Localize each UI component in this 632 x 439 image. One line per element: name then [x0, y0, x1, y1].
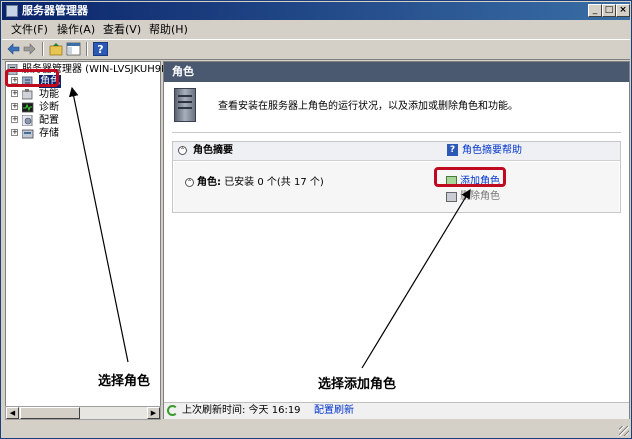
arrow-left-icon	[7, 43, 20, 55]
tree-horizontal-scrollbar[interactable]: ◀ ▶	[5, 406, 161, 420]
maximize-button[interactable]: □	[602, 4, 616, 17]
expand-icon[interactable]: +	[11, 129, 18, 136]
pane-header: 角色	[164, 62, 629, 82]
features-icon	[22, 89, 33, 100]
roles-summary-section: ⌃ 角色摘要 ? 角色摘要帮助 ⌃ 角色: 已安装 0 个(共 17 个) 添加…	[172, 141, 621, 213]
tree-item-storage-label: 存储	[39, 128, 59, 139]
divider	[172, 132, 621, 133]
toolbar-separator	[86, 42, 88, 56]
help-toolbar-button[interactable]: ?	[93, 42, 108, 56]
server-roles-icon	[174, 88, 196, 122]
remove-role-icon	[446, 192, 457, 202]
roles-status-label: 角色:	[197, 177, 221, 188]
back-button[interactable]	[6, 42, 21, 56]
menu-bar: 文件(F) 操作(A) 查看(V) 帮助(H)	[2, 21, 630, 38]
tree-item-configuration-label: 配置	[39, 115, 59, 126]
details-pane: 角色 查看安装在服务器上角色的运行状况，以及添加或删除角色和功能。 ⌃ 角色摘要…	[163, 61, 630, 419]
callout-select-role: 选择角色	[98, 374, 151, 389]
expand-icon[interactable]: +	[11, 116, 18, 123]
tree-item-features-label: 功能	[39, 89, 59, 100]
scroll-right-button[interactable]: ▶	[147, 407, 160, 419]
help-icon: ?	[447, 144, 458, 156]
configure-refresh-link[interactable]: 配置刷新	[314, 403, 354, 419]
toolbar-separator	[42, 42, 44, 56]
console-tree: 服务器管理器 (WIN-LVSJKUH9FA + 角色 + 功能 + 诊断 + …	[5, 61, 173, 419]
storage-icon	[22, 129, 34, 139]
expand-icon[interactable]: +	[11, 90, 18, 97]
roles-intro-text: 查看安装在服务器上角色的运行状况，以及添加或删除角色和功能。	[218, 101, 518, 112]
collapse-roles-icon[interactable]: ⌃	[185, 178, 194, 187]
roles-summary-title: 角色摘要	[193, 145, 233, 156]
menu-view[interactable]: 查看(V)	[103, 23, 141, 36]
roles-status-value: 已安装 0 个(共 17 个)	[224, 177, 324, 188]
close-button[interactable]: ×	[616, 4, 630, 17]
expand-icon[interactable]: +	[11, 103, 18, 110]
scroll-thumb[interactable]	[20, 407, 80, 419]
title-bar[interactable]: 服务器管理器 _ □ ×	[2, 2, 630, 20]
refresh-icon	[167, 405, 178, 416]
tree-item-diagnostics-label: 诊断	[39, 102, 59, 113]
forward-button[interactable]	[22, 42, 37, 56]
roles-summary-header: ⌃ 角色摘要 ? 角色摘要帮助	[173, 142, 620, 161]
roles-status-text: 角色: 已安装 0 个(共 17 个)	[197, 176, 324, 189]
last-refresh-text: 上次刷新时间: 今天 16:19	[182, 405, 301, 416]
minimize-button[interactable]: _	[588, 4, 602, 17]
scroll-left-button[interactable]: ◀	[6, 407, 19, 419]
diagnostics-icon	[22, 102, 34, 113]
remove-roles-link[interactable]: 删除角色	[444, 190, 500, 204]
arrow-right-icon	[23, 43, 36, 55]
window-title: 服务器管理器	[22, 4, 88, 17]
menu-file[interactable]: 文件(F)	[11, 23, 48, 36]
collapse-section-icon[interactable]: ⌃	[178, 146, 187, 155]
pane-title: 角色	[172, 65, 194, 78]
folder-up-icon	[49, 43, 63, 56]
highlight-add-roles	[434, 167, 506, 187]
server-manager-app-icon	[6, 5, 18, 17]
highlight-roles	[5, 69, 59, 87]
roles-summary-help-link[interactable]: 角色摘要帮助	[462, 144, 522, 158]
menu-action[interactable]: 操作(A)	[57, 23, 95, 36]
help-icon: ?	[97, 43, 104, 56]
server-manager-window: 服务器管理器 _ □ × 文件(F) 操作(A) 查看(V) 帮助(H) ? 服…	[0, 0, 632, 439]
resize-grip[interactable]	[619, 426, 629, 436]
callout-select-add-role: 选择添加角色	[318, 377, 397, 392]
show-hide-tree-button[interactable]	[66, 42, 81, 56]
up-one-level-button[interactable]	[49, 42, 64, 56]
roles-summary-body: ⌃ 角色: 已安装 0 个(共 17 个) 添加角色 删除角色	[174, 162, 619, 212]
console-tree-icon	[66, 42, 81, 56]
configuration-icon	[22, 115, 33, 126]
toolbar: ?	[2, 39, 630, 60]
menu-help[interactable]: 帮助(H)	[149, 23, 188, 36]
refresh-status-bar: 上次刷新时间: 今天 16:19 配置刷新	[164, 402, 629, 419]
